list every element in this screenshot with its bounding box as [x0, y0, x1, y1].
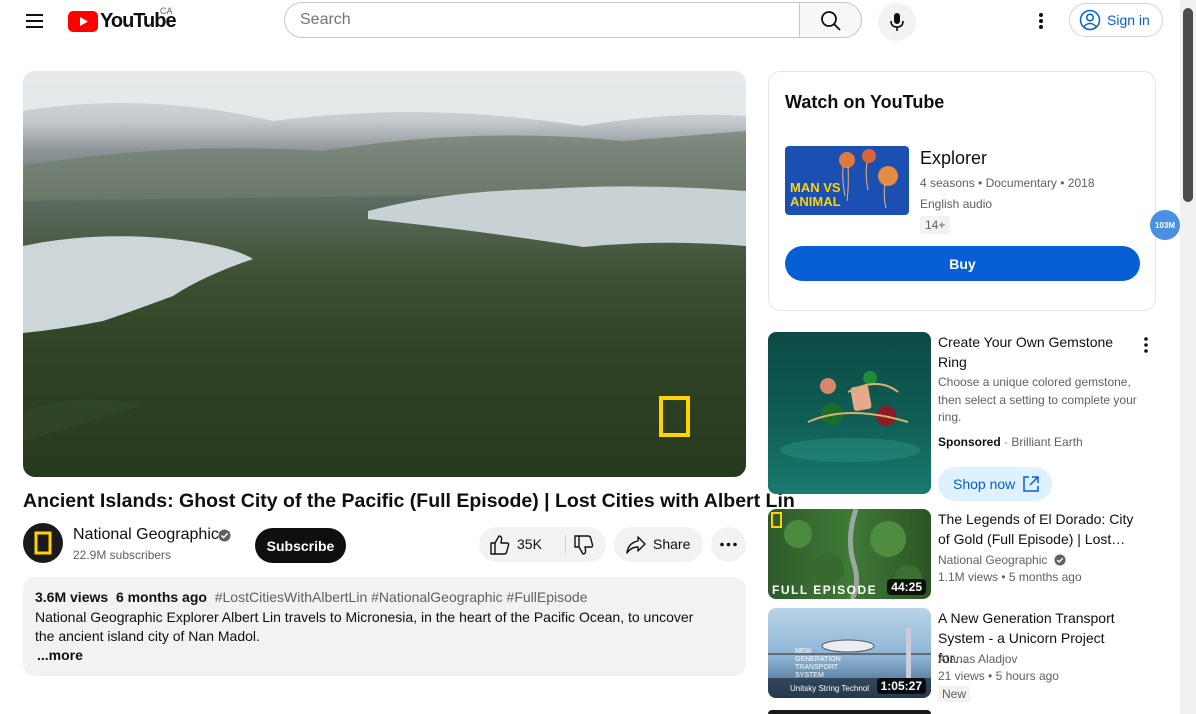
thumb-text-1: NEW: [795, 648, 812, 655]
thumb-text-4: SYSTEM: [795, 672, 824, 679]
thumb-text-2: GENERATION: [795, 656, 841, 663]
video-thumbnail[interactable]: NEW GENERATION TRANSPORT SYSTEM Unitsky …: [768, 608, 931, 698]
channel-line: National Geographic: [938, 553, 1066, 567]
account-icon: [1079, 9, 1101, 31]
thumb-text-3: TRANSPORT: [795, 664, 839, 671]
next-recommended-thumbnail[interactable]: [768, 710, 931, 714]
show-more-link[interactable]: ...more: [37, 647, 83, 663]
ad-description: Choose a unique colored gemstone, then s…: [938, 375, 1137, 424]
ad-thumbnail[interactable]: [768, 332, 931, 494]
view-count: 3.6M views: [35, 589, 109, 605]
search-button[interactable]: [800, 2, 862, 38]
ad-title[interactable]: Create Your Own Gemstone Ring: [938, 332, 1128, 372]
verified-check-icon: [1054, 554, 1066, 566]
search-input[interactable]: [284, 2, 800, 38]
shop-now-button[interactable]: Shop now: [938, 467, 1052, 501]
menu-button[interactable]: [22, 8, 48, 34]
region-code: CA: [160, 6, 173, 16]
video-frame: [23, 71, 746, 441]
show-meta: 4 seasons • Documentary • 2018: [920, 176, 1095, 190]
top-bar: YouTube CA Sign in: [0, 0, 1180, 44]
channel-name: National Geographic: [938, 553, 1048, 567]
microphone-icon: [890, 13, 904, 31]
search-box: [284, 2, 862, 40]
gemstone-rings-image: [780, 371, 920, 462]
page-scrollbar[interactable]: [1180, 0, 1196, 714]
dislike-button[interactable]: [566, 527, 606, 562]
thumbs-down-icon: [574, 535, 594, 555]
settings-menu-button[interactable]: [1028, 8, 1054, 34]
hashtags[interactable]: #LostCitiesWithAlbertLin #NationalGeogra…: [215, 589, 588, 605]
youtube-play-icon: [68, 10, 98, 32]
hamburger-icon: [26, 14, 43, 16]
video-stats: 1.1M views • 5 months ago: [938, 570, 1082, 584]
thumb-caption: Unitsky String Technol: [790, 684, 869, 693]
more-actions-button[interactable]: [711, 527, 746, 562]
sponsored-ad: Create Your Own Gemstone Ring Choose a u…: [768, 332, 1168, 502]
sign-in-label: Sign in: [1107, 12, 1150, 28]
buy-button[interactable]: Buy: [785, 246, 1140, 281]
subscriber-count: 22.9M subscribers: [73, 548, 172, 562]
search-icon: [821, 11, 841, 31]
show-title[interactable]: Explorer: [920, 148, 987, 169]
sign-in-button[interactable]: Sign in: [1069, 3, 1163, 37]
upload-age: 5 hours ago: [995, 669, 1059, 683]
natgeo-watermark-icon: [659, 396, 690, 437]
content-rating-badge: 14+: [920, 216, 951, 234]
like-count: 35K: [517, 536, 542, 552]
upload-age: 5 months ago: [1008, 570, 1082, 584]
more-vert-icon: [1039, 13, 1043, 29]
watch-card-heading: Watch on YouTube: [785, 92, 945, 112]
like-dislike-group: 35K: [479, 527, 606, 562]
shop-now-label: Shop now: [953, 476, 1016, 492]
thumb-title-line-1: MAN VS: [790, 180, 841, 195]
recommended-video[interactable]: NEW GENERATION TRANSPORT SYSTEM Unitsky …: [768, 608, 1168, 702]
watch-on-youtube-card: Watch on YouTube MAN VS ANIMAL Explorer …: [768, 71, 1156, 311]
channel-avatar[interactable]: [23, 523, 63, 563]
video-thumbnail[interactable]: FULL EPISODE 44:25: [768, 509, 931, 599]
video-title: Ancient Islands: Ghost City of the Pacif…: [23, 490, 795, 512]
subscribe-button[interactable]: Subscribe: [255, 528, 346, 563]
verified-check-icon: [218, 529, 231, 542]
video-stats: 21 views • 5 hours ago: [938, 669, 1059, 683]
scrollbar-thumb[interactable]: [1183, 8, 1193, 202]
channel-name[interactable]: National Geographic: [73, 526, 219, 544]
channel-name: Atanas Aladjov: [938, 652, 1018, 666]
ad-menu-button[interactable]: [1136, 334, 1156, 356]
advertiser-name: Brilliant Earth: [1011, 435, 1083, 449]
share-icon: [626, 536, 646, 554]
video-player[interactable]: [23, 71, 746, 477]
share-label: Share: [653, 536, 691, 552]
description-text: National Geographic Explorer Albert Lin …: [35, 609, 694, 644]
show-audio: English audio: [920, 197, 993, 211]
description-meta: 3.6M views 6 months ago #LostCitiesWithA…: [35, 589, 588, 605]
video-duration: 44:25: [887, 579, 926, 595]
recommended-video[interactable]: FULL EPISODE 44:25 The Legends of El Dor…: [768, 509, 1168, 599]
external-link-icon: [1023, 476, 1039, 492]
more-horiz-icon: [720, 542, 737, 547]
explorer-thumbnail[interactable]: MAN VS ANIMAL: [785, 146, 909, 215]
natgeo-logo-icon: [771, 512, 782, 528]
natgeo-logo-icon: [34, 531, 52, 555]
upload-age: 6 months ago: [115, 589, 207, 605]
like-button[interactable]: 35K: [479, 527, 565, 562]
thumbs-up-icon: [490, 535, 510, 555]
video-title[interactable]: The Legends of El Dorado: City of Gold (…: [938, 509, 1138, 549]
description-box[interactable]: 3.6M views 6 months ago #LostCitiesWithA…: [23, 577, 746, 676]
thumb-caption: FULL EPISODE: [772, 583, 878, 597]
sponsored-label: Sponsored: [938, 435, 1001, 449]
floating-count-bubble[interactable]: 103M: [1150, 210, 1180, 240]
share-button[interactable]: Share: [614, 527, 703, 562]
view-count: 21 views: [938, 669, 985, 683]
ad-sponsor-line: Sponsored · Brilliant Earth: [938, 435, 1083, 449]
voice-search-button[interactable]: [878, 3, 916, 41]
view-count: 1.1M views: [938, 570, 999, 584]
more-vert-icon: [1144, 337, 1148, 353]
thumb-title-line-2: ANIMAL: [790, 194, 841, 209]
new-badge: New: [938, 686, 971, 702]
video-duration: 1:05:27: [876, 678, 926, 694]
